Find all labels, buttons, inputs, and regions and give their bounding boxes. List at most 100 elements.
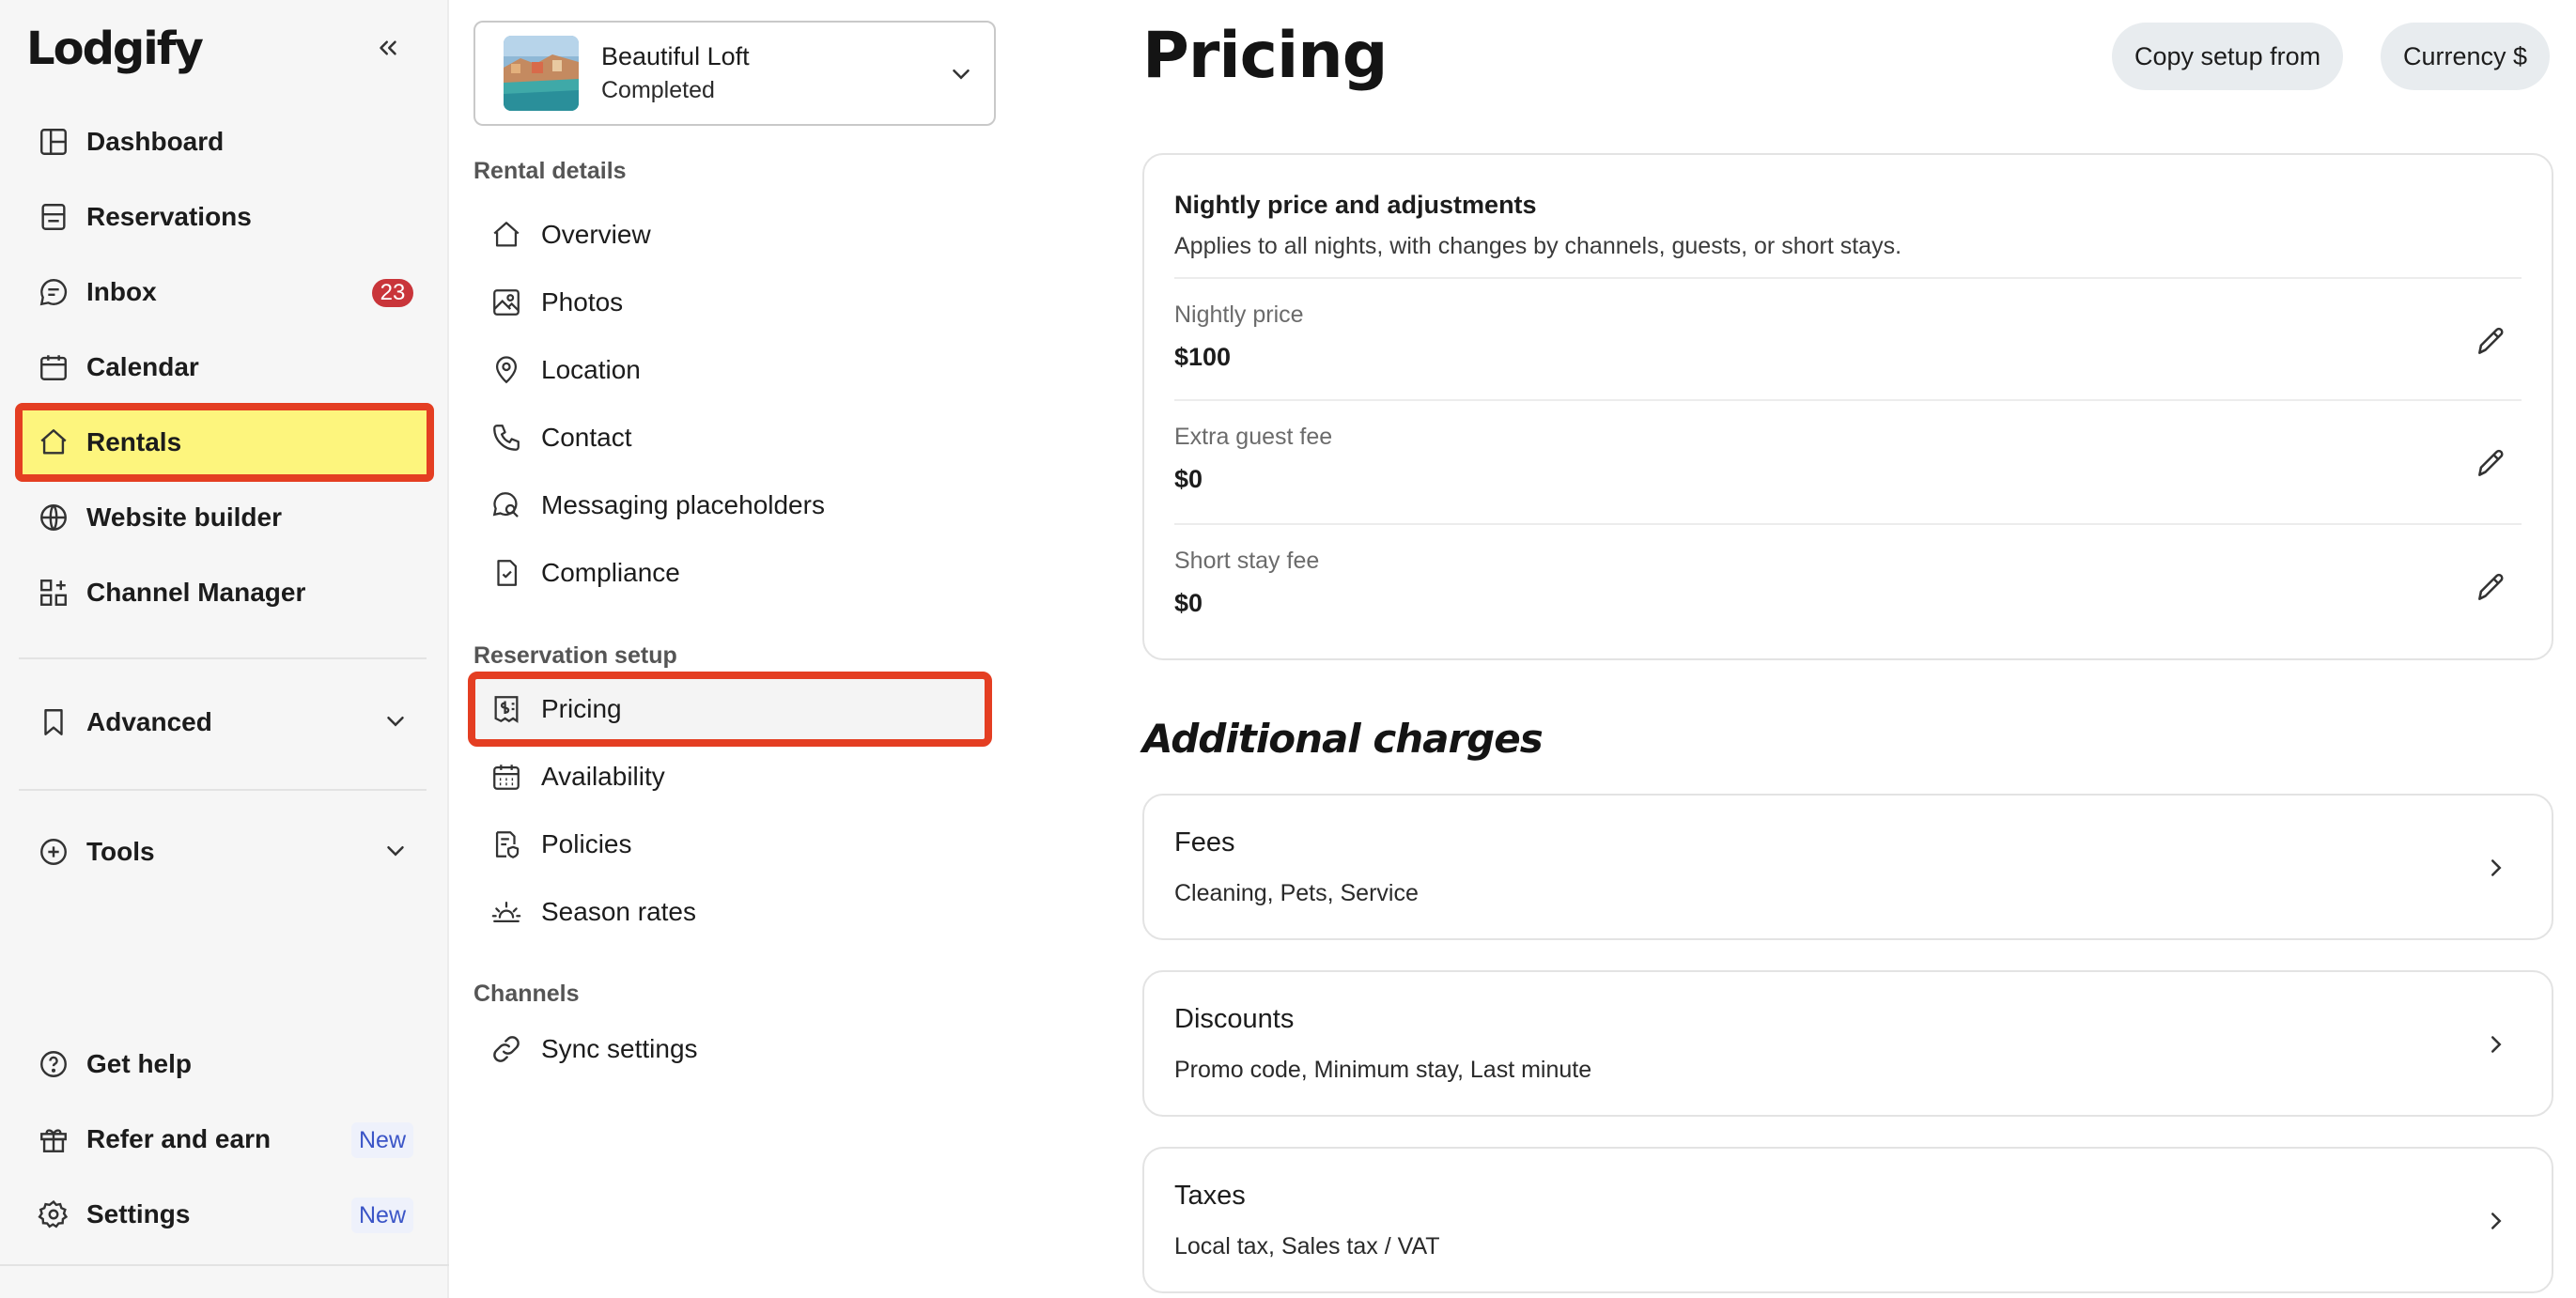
charge-title: Discounts: [1174, 1004, 1295, 1034]
subnav-item-compliance[interactable]: Compliance: [473, 541, 986, 605]
new-badge: New: [350, 1122, 413, 1158]
link-icon: [489, 1031, 524, 1067]
subnav-item-season-rates[interactable]: Season rates: [473, 880, 986, 944]
house-icon: [36, 425, 71, 460]
calendar-icon: [36, 349, 71, 385]
chevron-right-icon: [2482, 1207, 2510, 1235]
discounts-card[interactable]: Discounts Promo code, Minimum stay, Last…: [1142, 970, 2553, 1117]
rental-status: Completed: [601, 77, 715, 103]
chevron-down-icon: [381, 707, 410, 735]
new-badge: New: [350, 1198, 413, 1233]
chevron-right-icon: [2482, 1030, 2510, 1058]
card-description: Applies to all nights, with changes by c…: [1174, 233, 1902, 259]
subnav-item-label: Availability: [541, 762, 665, 791]
sidebar-item-label: Tools: [86, 837, 155, 866]
card-title: Nightly price and adjustments: [1174, 191, 1537, 219]
pricing-icon: [489, 691, 524, 727]
sidebar-item-settings[interactable]: Settings New: [19, 1179, 430, 1250]
sidebar-item-channel-manager[interactable]: Channel Manager: [19, 557, 430, 628]
page-title: Pricing: [1142, 19, 1388, 93]
charge-description: Local tax, Sales tax / VAT: [1174, 1233, 1440, 1259]
rental-selector[interactable]: Beautiful Loft Completed: [473, 21, 996, 126]
channel-manager-icon: [36, 575, 71, 610]
subnav-item-label: Pricing: [541, 694, 622, 723]
sidebar-item-dashboard[interactable]: Dashboard: [19, 106, 430, 178]
sidebar-divider: [19, 789, 427, 791]
edit-nightly-price-button[interactable]: [2469, 318, 2514, 363]
charge-title: Taxes: [1174, 1181, 1246, 1211]
subnav-item-label: Policies: [541, 829, 632, 858]
taxes-card[interactable]: Taxes Local tax, Sales tax / VAT: [1142, 1147, 2553, 1293]
reservations-icon: [36, 199, 71, 235]
subnav-item-contact[interactable]: Contact: [473, 406, 986, 470]
edit-extra-guest-fee-button[interactable]: [2469, 440, 2514, 486]
gift-icon: [36, 1121, 71, 1157]
subnav-item-messaging-placeholders[interactable]: Messaging placeholders: [473, 473, 986, 537]
sidebar-item-refer-and-earn[interactable]: Refer and earn New: [19, 1104, 430, 1175]
inbox-icon: [36, 274, 71, 310]
double-chevron-left-icon: [380, 40, 396, 55]
sidebar-item-website-builder[interactable]: Website builder: [19, 482, 430, 553]
help-icon: [36, 1046, 71, 1082]
extra-guest-fee-row: Extra guest fee $0: [1174, 399, 2522, 521]
price-value: $0: [1174, 465, 1203, 493]
sidebar-item-reservations[interactable]: Reservations: [19, 181, 430, 253]
subnav-item-label: Messaging placeholders: [541, 490, 825, 519]
sidebar-divider: [0, 1264, 449, 1266]
section-label-reservation-setup: Reservation setup: [473, 642, 677, 669]
subnav-item-pricing[interactable]: Pricing: [468, 672, 992, 747]
section-label-rental-details: Rental details: [473, 158, 627, 184]
lodgify-logo[interactable]: Lodgify: [26, 23, 204, 75]
additional-charges-title: Additional charges: [1142, 716, 1544, 762]
sidebar-item-label: Reservations: [86, 202, 252, 231]
pencil-icon: [2478, 327, 2504, 354]
photo-icon: [489, 285, 524, 320]
subnav-item-overview[interactable]: Overview: [473, 203, 986, 267]
sidebar-group-tools[interactable]: Tools: [19, 816, 430, 888]
subnav-item-availability[interactable]: Availability: [473, 745, 986, 809]
edit-short-stay-fee-button[interactable]: [2469, 564, 2514, 610]
price-label: Nightly price: [1174, 301, 1304, 328]
subnav-item-location[interactable]: Location: [473, 338, 986, 402]
house-icon: [489, 217, 524, 253]
globe-icon: [36, 500, 71, 535]
sunrise-icon: [489, 894, 524, 930]
sidebar-item-rentals[interactable]: Rentals: [15, 403, 434, 482]
rental-name: Beautiful Loft: [601, 42, 750, 70]
chevron-down-icon: [947, 60, 975, 88]
sidebar-item-calendar[interactable]: Calendar: [19, 332, 430, 403]
price-value: $0: [1174, 589, 1203, 617]
rental-thumbnail: [504, 36, 579, 111]
currency-button[interactable]: Currency $: [2381, 23, 2551, 90]
fees-card[interactable]: Fees Cleaning, Pets, Service: [1142, 794, 2553, 940]
section-label-channels: Channels: [473, 981, 580, 1007]
subnav-item-label: Overview: [541, 220, 651, 249]
subnav-item-sync-settings[interactable]: Sync settings: [473, 1017, 986, 1081]
subnav-item-label: Contact: [541, 423, 632, 452]
sidebar-item-get-help[interactable]: Get help: [19, 1028, 430, 1100]
gear-icon: [36, 1197, 71, 1232]
subnav-item-photos[interactable]: Photos: [473, 270, 986, 334]
subnav-item-label: Compliance: [541, 558, 680, 587]
sidebar-item-inbox[interactable]: Inbox 23: [19, 256, 430, 328]
subnav-item-label: Season rates: [541, 897, 696, 926]
sidebar-item-label: Get help: [86, 1049, 193, 1078]
sidebar-group-advanced[interactable]: Advanced: [19, 687, 430, 758]
dashboard-icon: [36, 124, 71, 160]
main-sidebar: Lodgify Dashboard Reservations Inbox 23 …: [0, 0, 449, 1298]
subnav-item-label: Location: [541, 355, 641, 384]
short-stay-fee-row: Short stay fee $0: [1174, 523, 2522, 645]
sidebar-item-label: Dashboard: [86, 127, 225, 156]
subnav-item-policies[interactable]: Policies: [473, 812, 986, 876]
nightly-price-card: Nightly price and adjustments Applies to…: [1142, 153, 2553, 660]
rental-subnav: Beautiful Loft Completed Rental details …: [451, 0, 1024, 1298]
charge-description: Cleaning, Pets, Service: [1174, 880, 1419, 906]
chevron-right-icon: [2482, 854, 2510, 882]
nightly-price-row: Nightly price $100: [1174, 277, 2522, 399]
inbox-unread-badge: 23: [372, 279, 413, 307]
collapse-sidebar-button[interactable]: [368, 28, 408, 68]
subnav-item-label: Sync settings: [541, 1034, 698, 1063]
copy-setup-button[interactable]: Copy setup from: [2112, 23, 2344, 90]
price-label: Extra guest fee: [1174, 424, 1333, 450]
sidebar-item-label: Rentals: [86, 427, 182, 456]
